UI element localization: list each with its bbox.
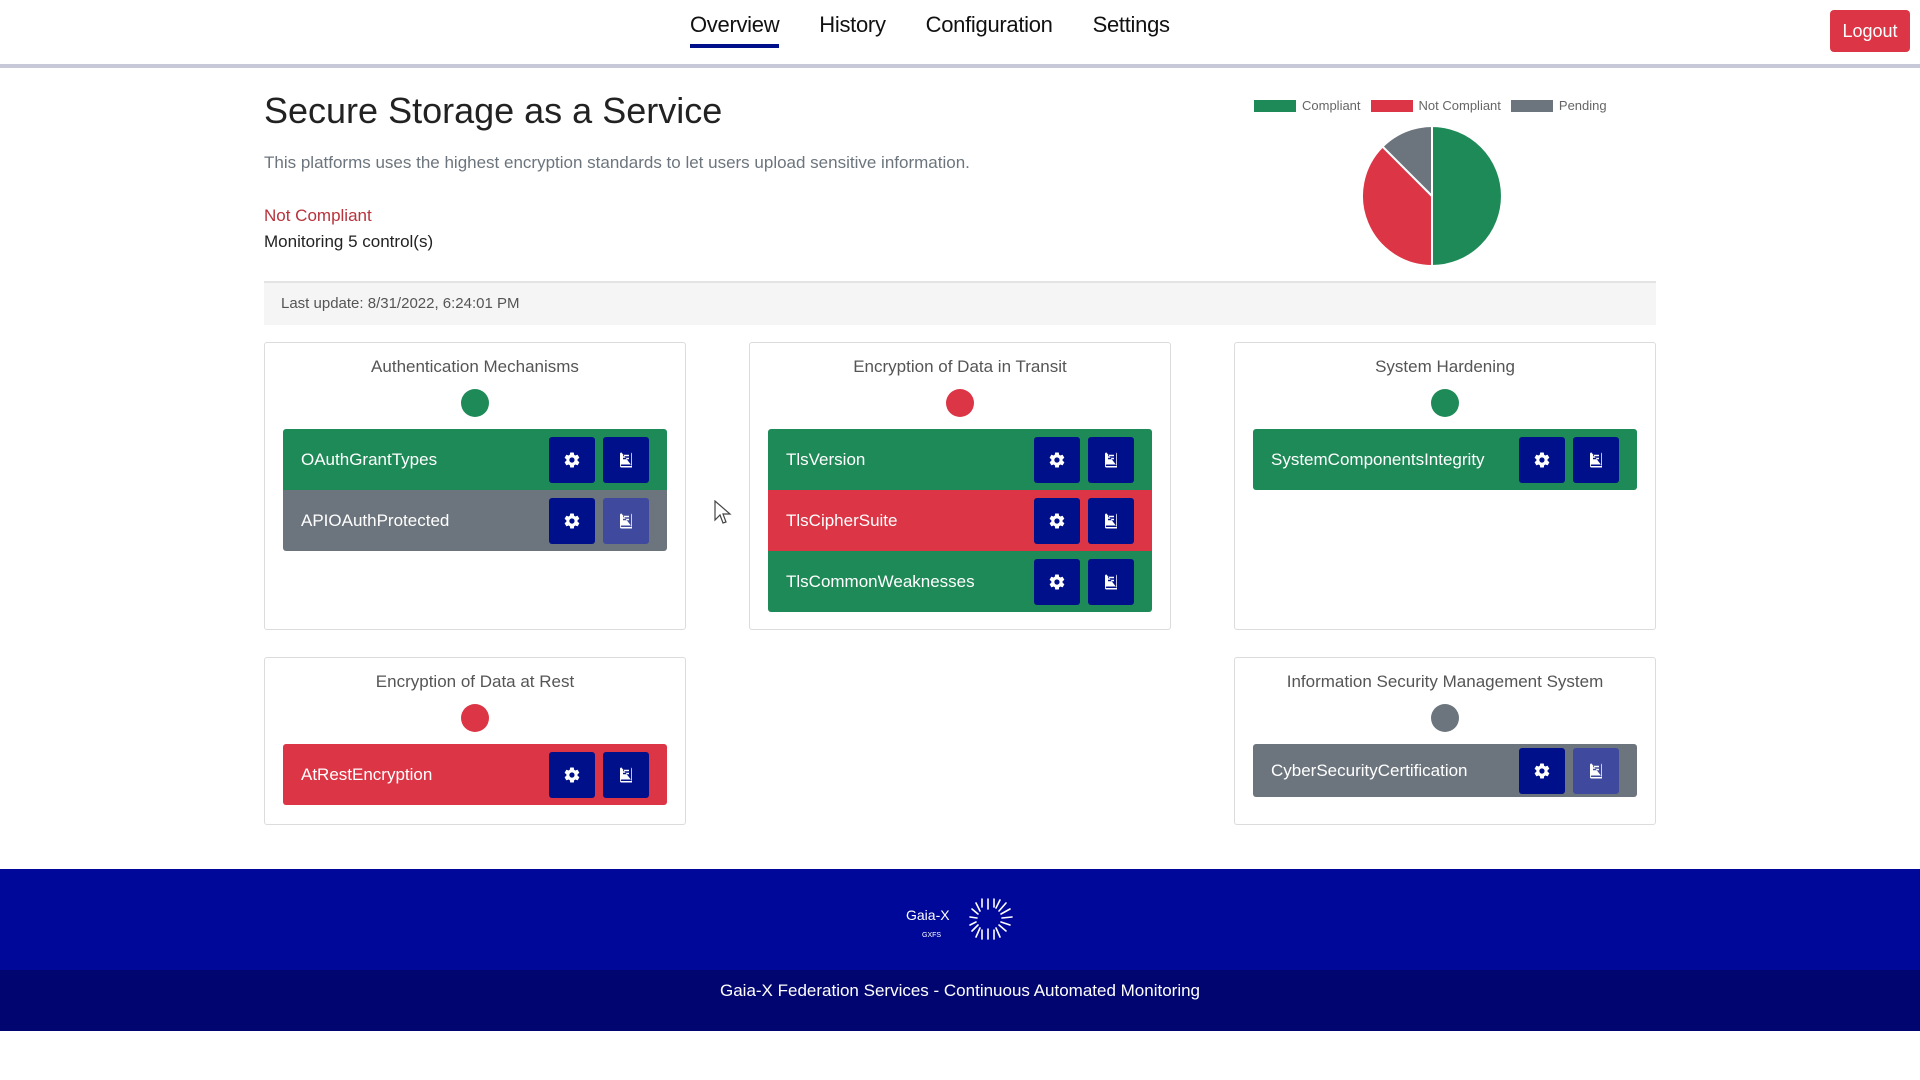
control-name: AtRestEncryption xyxy=(301,764,433,784)
gear-icon xyxy=(563,766,581,784)
book-icon xyxy=(1587,451,1605,469)
book-icon xyxy=(617,451,635,469)
control-row[interactable]: APIOAuthProtected xyxy=(283,490,667,551)
book-icon xyxy=(1102,573,1120,591)
gear-icon xyxy=(1533,451,1551,469)
pie-slice-compliant[interactable] xyxy=(1431,124,1503,268)
pie-svg xyxy=(1361,124,1503,268)
book-icon xyxy=(1102,512,1120,530)
group-status-indicator xyxy=(1431,389,1459,417)
tab-settings[interactable]: Settings xyxy=(1093,12,1170,48)
control-name: TlsCommonWeaknesses xyxy=(786,571,975,591)
legend-label-not-compliant: Not Compliant xyxy=(1418,98,1501,113)
control-group-title: System Hardening xyxy=(1375,357,1515,376)
control-name: TlsCipherSuite xyxy=(786,510,898,530)
legend-item-not-compliant[interactable]: Not Compliant xyxy=(1370,98,1501,113)
logout-button[interactable]: Logout xyxy=(1830,10,1910,52)
control-name: OAuthGrantTypes xyxy=(301,449,438,469)
mouse-cursor-icon xyxy=(714,500,732,524)
control-row[interactable]: AtRestEncryption xyxy=(283,744,667,805)
gear-icon xyxy=(1048,512,1066,530)
legend-swatch-pending xyxy=(1510,99,1553,112)
control-settings-button[interactable] xyxy=(549,751,595,798)
page-title: Secure Storage as a Service xyxy=(264,90,723,131)
control-group-title: Authentication Mechanisms xyxy=(371,357,579,376)
control-list: TlsVersion TlsCipherSuite TlsCommonWeaknes… xyxy=(768,429,1152,612)
footer-caption: Gaia-X Federation Services - Continuous … xyxy=(0,970,1920,1031)
legend-item-compliant[interactable]: Compliant xyxy=(1254,98,1361,113)
control-list: CyberSecurityCertification xyxy=(1253,744,1637,797)
control-settings-button[interactable] xyxy=(1519,747,1565,794)
book-icon xyxy=(1102,451,1120,469)
logo-subtext: GXFS xyxy=(922,932,941,939)
tab-overview[interactable]: Overview xyxy=(690,12,780,48)
control-name: APIOAuthProtected xyxy=(301,510,450,530)
control-row[interactable]: TlsVersion xyxy=(768,429,1152,490)
control-group-card: Authentication Mechanisms OAuthGrantTypes… xyxy=(264,342,686,630)
group-status-indicator xyxy=(461,704,489,732)
monitoring-count: Monitoring 5 control(s) xyxy=(264,232,434,251)
legend-swatch-compliant xyxy=(1254,99,1296,112)
book-icon xyxy=(1587,762,1605,780)
control-group-card: Encryption of Data at Rest AtRestEncrypti… xyxy=(264,657,686,825)
control-settings-button[interactable] xyxy=(549,497,595,544)
logo-text: Gaia-X xyxy=(906,907,950,923)
control-group-title: Encryption of Data in Transit xyxy=(853,357,1067,376)
nav-tabs: Overview History Configuration Settings xyxy=(690,12,1170,48)
book-icon xyxy=(617,512,635,530)
control-row[interactable]: CyberSecurityCertification xyxy=(1253,744,1637,797)
legend-item-pending[interactable]: Pending xyxy=(1510,98,1607,113)
top-navbar: Overview History Configuration Settings … xyxy=(0,0,1920,68)
control-row[interactable]: SystemComponentsIntegrity xyxy=(1253,429,1637,490)
control-evidence-button[interactable] xyxy=(1088,436,1134,483)
control-group-title: Encryption of Data at Rest xyxy=(375,672,575,691)
control-settings-button[interactable] xyxy=(1519,436,1565,483)
control-evidence-button[interactable] xyxy=(1088,558,1134,605)
control-settings-button[interactable] xyxy=(549,436,595,483)
control-evidence-button[interactable] xyxy=(1088,497,1134,544)
control-group-card: Information Security Management System Cy… xyxy=(1234,657,1656,825)
compliance-status: Not Compliant xyxy=(264,206,372,225)
gear-icon xyxy=(563,512,581,530)
group-status-indicator xyxy=(1431,704,1459,732)
control-row[interactable]: OAuthGrantTypes xyxy=(283,429,667,490)
control-list: AtRestEncryption xyxy=(283,744,667,805)
control-list: SystemComponentsIntegrity xyxy=(1253,429,1637,490)
tab-history[interactable]: History xyxy=(819,12,886,48)
control-name: SystemComponentsIntegrity xyxy=(1271,449,1485,469)
legend-label-pending: Pending xyxy=(1558,98,1607,113)
control-name: CyberSecurityCertification xyxy=(1271,760,1468,780)
legend-label-compliant: Compliant xyxy=(1302,98,1361,113)
control-evidence-button[interactable] xyxy=(603,436,649,483)
control-group-title: Information Security Management System xyxy=(1286,672,1604,691)
gear-icon xyxy=(1048,451,1066,469)
group-status-indicator xyxy=(946,389,974,417)
control-settings-button[interactable] xyxy=(1034,558,1080,605)
service-description: This platforms uses the highest encrypti… xyxy=(264,153,970,172)
control-group-card: Encryption of Data in Transit TlsVersion T… xyxy=(749,342,1171,630)
control-row[interactable]: TlsCipherSuite xyxy=(768,490,1152,551)
group-status-indicator xyxy=(461,389,489,417)
compliance-pie-chart: Compliant Not Compliant Pending xyxy=(1240,96,1660,276)
legend-swatch-not-compliant xyxy=(1370,99,1413,112)
control-settings-button[interactable] xyxy=(1034,497,1080,544)
last-update-bar: Last update: 8/31/2022, 6:24:01 PM xyxy=(264,281,1656,325)
control-evidence-button[interactable] xyxy=(1573,436,1619,483)
control-settings-button[interactable] xyxy=(1034,436,1080,483)
control-list: OAuthGrantTypes APIOAuthProtected xyxy=(283,429,667,551)
control-evidence-button[interactable] xyxy=(603,497,649,544)
gaia-x-logo: Gaia-X GXFS xyxy=(906,898,1013,940)
control-evidence-button[interactable] xyxy=(1573,747,1619,794)
book-icon xyxy=(617,766,635,784)
control-group-card: System Hardening SystemComponentsIntegrit… xyxy=(1234,342,1656,630)
control-evidence-button[interactable] xyxy=(603,751,649,798)
gear-icon xyxy=(563,451,581,469)
control-name: TlsVersion xyxy=(786,449,866,469)
gear-icon xyxy=(1048,573,1066,591)
control-row[interactable]: TlsCommonWeaknesses xyxy=(768,551,1152,612)
chart-legend: Compliant Not Compliant Pending xyxy=(1254,98,1607,113)
gear-icon xyxy=(1533,762,1551,780)
tab-configuration[interactable]: Configuration xyxy=(926,12,1053,48)
